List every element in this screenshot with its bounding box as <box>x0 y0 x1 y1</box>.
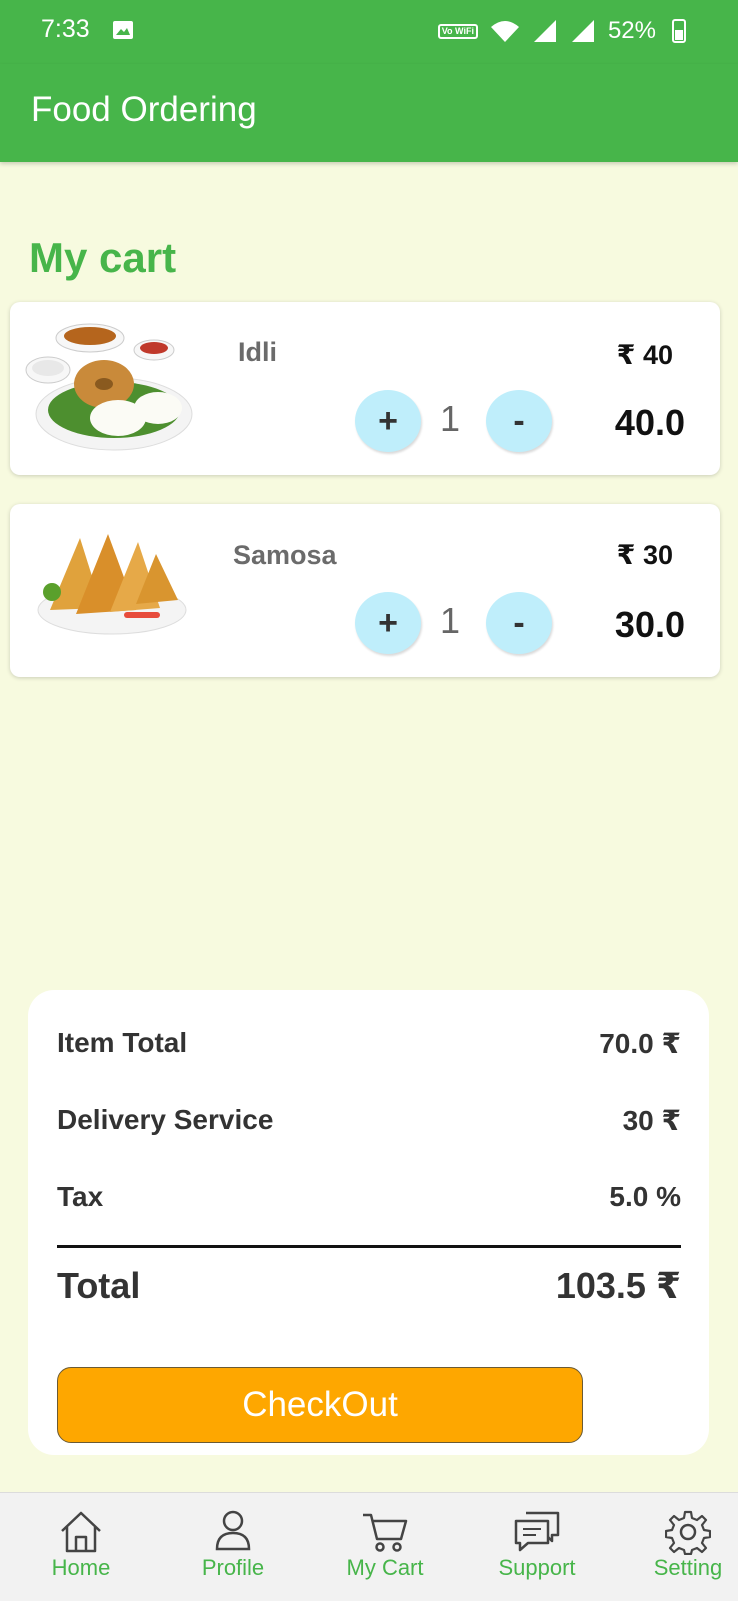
app-bar: Food Ordering <box>0 64 738 162</box>
app-title: Food Ordering <box>31 90 257 129</box>
order-summary: Item Total 70.0 ₹ Delivery Service 30 ₹ … <box>28 990 709 1455</box>
profile-icon <box>215 1510 251 1551</box>
status-bar: 7:33 Vo WiFi 52% <box>0 0 738 64</box>
item-total-label: Item Total <box>57 1027 188 1058</box>
chat-icon <box>514 1511 560 1552</box>
nav-support[interactable]: Support <box>477 1493 597 1601</box>
tax-label: Tax <box>57 1181 104 1212</box>
item-subtotal: 30.0 <box>614 604 685 645</box>
decrease-quantity-button[interactable]: - <box>486 390 552 452</box>
nav-setting-label: Setting <box>653 1555 723 1580</box>
nav-setting[interactable]: Setting <box>628 1493 738 1601</box>
nav-profile[interactable]: Profile <box>173 1493 293 1601</box>
nav-support-label: Support <box>498 1555 576 1580</box>
item-name: Idli <box>238 337 277 367</box>
cart-icon <box>363 1513 408 1552</box>
delivery-row: Delivery Service 30 ₹ <box>57 1104 681 1144</box>
signal-icon <box>533 20 556 42</box>
item-price: ₹ 40 <box>616 340 673 370</box>
checkout-button[interactable]: CheckOut <box>57 1367 583 1443</box>
item-name: Samosa <box>233 540 337 570</box>
cart-item-idli: Idli ₹ 40 + 1 - 40.0 <box>10 302 720 475</box>
delivery-label: Delivery Service <box>57 1104 274 1135</box>
signal-icon-2 <box>571 20 594 42</box>
gear-icon <box>665 1510 711 1555</box>
nav-my-cart[interactable]: My Cart <box>325 1493 445 1601</box>
delivery-value: 30 ₹ <box>622 1105 681 1136</box>
nav-my-cart-label: My Cart <box>346 1555 424 1580</box>
idli-image <box>25 323 193 451</box>
increase-quantity-button[interactable]: + <box>355 592 421 654</box>
item-price: ₹ 30 <box>616 540 673 570</box>
battery-icon <box>672 19 686 43</box>
item-subtotal: 40.0 <box>614 402 685 443</box>
nav-home[interactable]: Home <box>21 1493 141 1601</box>
battery-percent: 52% <box>607 17 656 44</box>
decrease-quantity-button[interactable]: - <box>486 592 552 654</box>
total-value: 103.5 ₹ <box>555 1265 681 1306</box>
volte-icon: Vo WiFi <box>437 23 478 39</box>
total-row: Total 103.5 ₹ <box>57 1265 681 1313</box>
quantity-value: 1 <box>440 398 461 439</box>
status-time: 7:33 <box>41 15 90 43</box>
item-total-row: Item Total 70.0 ₹ <box>57 1027 681 1067</box>
bottom-navigation: Home Profile My Cart Support Setting <box>0 1492 738 1601</box>
tax-value: 5.0 % <box>609 1181 681 1212</box>
summary-divider <box>57 1245 681 1248</box>
item-total-value: 70.0 ₹ <box>599 1028 681 1059</box>
image-notification-icon <box>113 21 133 39</box>
tax-row: Tax 5.0 % <box>57 1181 681 1221</box>
home-icon <box>61 1511 101 1553</box>
quantity-value: 1 <box>440 600 461 641</box>
total-label: Total <box>57 1265 141 1306</box>
wifi-icon <box>490 21 519 42</box>
nav-profile-label: Profile <box>201 1555 265 1580</box>
cart-item-samosa: Samosa ₹ 30 + 1 - 30.0 <box>10 504 720 677</box>
samosa-image <box>37 534 187 635</box>
nav-home-label: Home <box>51 1555 111 1580</box>
cart-heading: My cart <box>29 234 177 281</box>
increase-quantity-button[interactable]: + <box>355 390 421 452</box>
